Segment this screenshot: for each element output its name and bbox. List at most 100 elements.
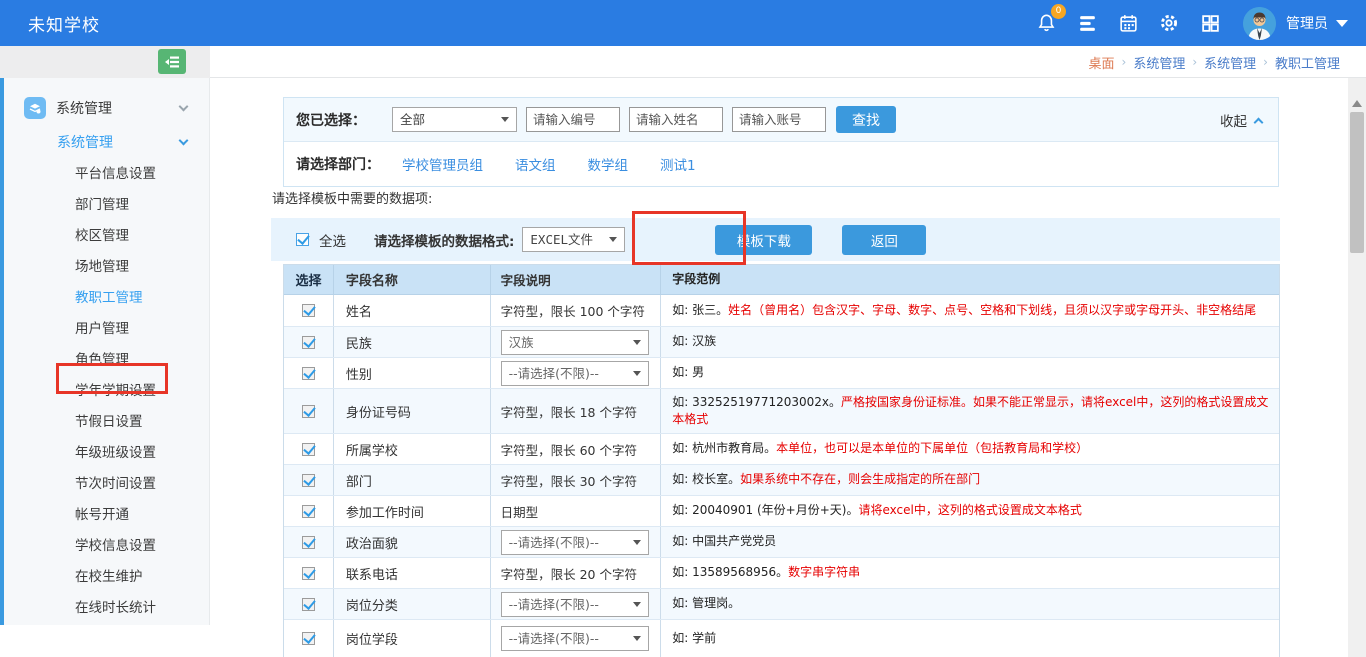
sidebar-item-link[interactable]: 在线时长统计 bbox=[0, 593, 209, 624]
sidebar-top-strip bbox=[0, 46, 210, 78]
sidebar-group-system-management[interactable]: 系统管理 bbox=[0, 91, 209, 125]
user-menu[interactable]: 管理员 bbox=[1286, 13, 1348, 33]
settings-gear-icon[interactable] bbox=[1156, 10, 1182, 36]
user-avatar[interactable] bbox=[1243, 7, 1276, 40]
department-link[interactable]: 数学组 bbox=[588, 154, 629, 174]
department-link[interactable]: 测试1 bbox=[660, 154, 696, 174]
task-list-icon[interactable] bbox=[1074, 10, 1100, 36]
chevron-down-icon bbox=[633, 340, 641, 345]
collapse-toggle[interactable]: 收起 bbox=[1220, 98, 1262, 142]
sidebar-item-link[interactable]: 学校信息设置 bbox=[0, 531, 209, 562]
select-all-checkbox[interactable] bbox=[296, 233, 309, 246]
table-row: 联系电话字符型，限长 20 个字符如: 13589568956。数字串字符串 bbox=[284, 558, 1279, 589]
format-select[interactable]: EXCEL文件 bbox=[522, 227, 625, 252]
table-header-cell: 选择 bbox=[284, 265, 334, 294]
search-button[interactable]: 查找 bbox=[836, 106, 896, 133]
field-desc-cell: 汉族 bbox=[491, 327, 662, 357]
sidebar-toggle-button[interactable] bbox=[158, 49, 186, 74]
field-desc-cell: 日期型 bbox=[491, 496, 662, 526]
chevron-down-icon bbox=[179, 102, 189, 112]
example-text: 如: 学前 bbox=[672, 631, 716, 645]
sidebar-item-link[interactable]: 部门管理 bbox=[0, 190, 209, 221]
sidebar-item-link[interactable]: 帐号开通 bbox=[0, 500, 209, 531]
chevron-down-icon bbox=[609, 237, 617, 242]
scroll-up-arrow[interactable] bbox=[1352, 100, 1362, 107]
vertical-scrollbar bbox=[1348, 78, 1366, 657]
chevron-down-icon bbox=[633, 602, 641, 607]
apps-grid-icon[interactable] bbox=[1197, 10, 1223, 36]
table-cell-select bbox=[284, 389, 334, 433]
field-select-value: 汉族 bbox=[509, 335, 534, 350]
department-link[interactable]: 语文组 bbox=[515, 154, 556, 174]
scrollbar-thumb[interactable] bbox=[1350, 112, 1364, 253]
row-checkbox[interactable] bbox=[302, 304, 315, 317]
calendar-icon[interactable] bbox=[1115, 10, 1141, 36]
field-desc-cell: 字符型，限长 20 个字符 bbox=[491, 558, 662, 588]
row-checkbox[interactable] bbox=[302, 443, 315, 456]
breadcrumb-item[interactable]: 系统管理 bbox=[1204, 53, 1256, 72]
sidebar-item-link[interactable]: 场地管理 bbox=[0, 252, 209, 283]
field-desc-text: 日期型 bbox=[501, 502, 539, 521]
field-value-select[interactable]: --请选择(不限)-- bbox=[501, 530, 649, 555]
sidebar-subgroup-system-management[interactable]: 系统管理 bbox=[0, 125, 209, 159]
department-label: 请选择部门： bbox=[296, 154, 380, 174]
sidebar-item-link[interactable]: 用户管理 bbox=[0, 314, 209, 345]
row-checkbox[interactable] bbox=[302, 632, 315, 645]
table-row: 民族汉族如: 汉族 bbox=[284, 327, 1279, 358]
row-checkbox[interactable] bbox=[302, 567, 315, 580]
sidebar-item-link[interactable]: 校区管理 bbox=[0, 221, 209, 252]
row-checkbox[interactable] bbox=[302, 505, 315, 518]
field-value-select[interactable]: --请选择(不限)-- bbox=[501, 626, 649, 651]
row-checkbox[interactable] bbox=[302, 336, 315, 349]
row-checkbox[interactable] bbox=[302, 367, 315, 380]
breadcrumb-item[interactable]: 桌面 bbox=[1089, 53, 1115, 72]
table-header-cell: 字段范例 bbox=[661, 271, 1279, 288]
row-checkbox[interactable] bbox=[302, 598, 315, 611]
example-warning-text: 数字串字符串 bbox=[788, 565, 860, 579]
filter-text-input[interactable] bbox=[629, 107, 723, 132]
field-value-select[interactable]: --请选择(不限)-- bbox=[501, 361, 649, 386]
row-checkbox[interactable] bbox=[302, 405, 315, 418]
table-cell-select bbox=[284, 620, 334, 657]
filter-text-input[interactable] bbox=[732, 107, 826, 132]
field-value-select[interactable]: --请选择(不限)-- bbox=[501, 592, 649, 617]
sidebar-item-link[interactable]: 平台信息设置 bbox=[0, 159, 209, 190]
table-cell-select bbox=[284, 434, 334, 464]
field-value-select[interactable]: 汉族 bbox=[501, 330, 649, 355]
field-example-cell: 如: 杭州市教育局。本单位，也可以是本单位的下属单位（包括教育局和学校） bbox=[661, 437, 1279, 460]
scope-select-value: 全部 bbox=[400, 112, 425, 127]
back-button[interactable]: 返回 bbox=[842, 225, 926, 255]
field-desc-cell: --请选择(不限)-- bbox=[491, 527, 662, 557]
table-cell-select bbox=[284, 496, 334, 526]
field-example-cell: 如: 33252519771203002x。严格按国家身份证标准。如果不能正常显… bbox=[661, 391, 1279, 432]
field-example-cell: 如: 张三。姓名（曾用名）包含汉字、字母、数字、点号、空格和下划线，且须以汉字或… bbox=[661, 299, 1279, 322]
field-name-cell: 岗位学段 bbox=[334, 620, 491, 657]
sidebar-item-link[interactable]: 节假日设置 bbox=[0, 407, 209, 438]
breadcrumb-item[interactable]: 系统管理 bbox=[1133, 53, 1185, 72]
breadcrumb-separator: › bbox=[1192, 55, 1197, 69]
filter-row-search: 您已选择： 全部 查找 收起 bbox=[284, 98, 1278, 142]
filter-text-input[interactable] bbox=[526, 107, 620, 132]
field-name-cell: 性别 bbox=[334, 358, 491, 388]
table-row: 部门字符型，限长 30 个字符如: 校长室。如果系统中不存在，则会生成指定的所在… bbox=[284, 465, 1279, 496]
example-text: 如: 20040901 (年份+月份+天)。 bbox=[672, 503, 858, 517]
sub-header-bar: 桌面›系统管理›系统管理›教职工管理 bbox=[0, 46, 1366, 78]
notifications-bell-icon[interactable]: 0 bbox=[1033, 10, 1059, 36]
field-name-cell: 参加工作时间 bbox=[334, 496, 491, 526]
chevron-down-icon bbox=[1336, 20, 1348, 27]
chevron-down-icon bbox=[633, 636, 641, 641]
department-link[interactable]: 学校管理员组 bbox=[402, 154, 483, 174]
field-example-cell: 如: 中国共产党党员 bbox=[661, 530, 1279, 553]
scope-select[interactable]: 全部 bbox=[392, 107, 517, 132]
row-checkbox[interactable] bbox=[302, 536, 315, 549]
row-checkbox[interactable] bbox=[302, 474, 315, 487]
table-header-row: 选择字段名称字段说明字段范例 bbox=[284, 265, 1279, 295]
field-name-cell: 联系电话 bbox=[334, 558, 491, 588]
sidebar-item-link[interactable]: 在校生维护 bbox=[0, 562, 209, 593]
filter-panel: 您已选择： 全部 查找 收起 请选择部门： 学校管理员组 语文组 数学组 测试1 bbox=[283, 97, 1279, 187]
field-desc-cell: --请选择(不限)-- bbox=[491, 589, 662, 619]
sidebar-item-link[interactable]: 年级班级设置 bbox=[0, 438, 209, 469]
sidebar-item-active[interactable]: 教职工管理 bbox=[0, 283, 209, 314]
sidebar-item-link[interactable]: 节次时间设置 bbox=[0, 469, 209, 500]
field-name-cell: 身份证号码 bbox=[334, 389, 491, 433]
